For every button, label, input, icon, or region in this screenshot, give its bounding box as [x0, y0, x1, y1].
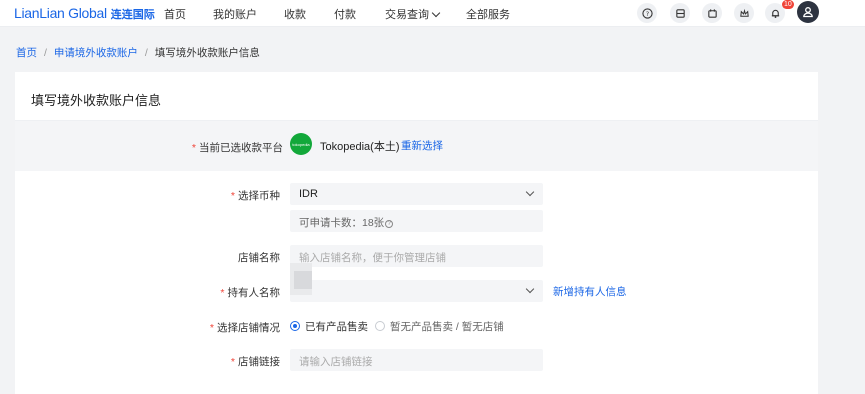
required-mark: *: [191, 142, 196, 154]
svg-text:?: ?: [645, 9, 648, 17]
user-avatar[interactable]: [797, 1, 819, 23]
form-card: 填写境外收款账户信息 * 当前已选收款平台 tokopedia Tokopedia…: [15, 72, 818, 394]
required-mark: *: [230, 190, 235, 202]
brand-logo[interactable]: LianLian Global 连连国际: [14, 5, 155, 22]
nav-item-pay[interactable]: 付款: [334, 6, 356, 22]
nav-item-transactions-label: 交易查询: [385, 9, 429, 21]
nav-item-all-services[interactable]: 全部服务: [466, 6, 510, 22]
platform-label-text: 当前已选收款平台: [199, 142, 283, 154]
currency-select[interactable]: IDR: [290, 183, 543, 205]
card-quota-text: 可申请卡数：18张?: [299, 215, 394, 230]
shop-status-label: * 选择店铺情况: [80, 320, 280, 335]
chevron-down-icon: [525, 187, 535, 197]
question-icon[interactable]: ?: [385, 220, 394, 228]
calendar-icon[interactable]: [702, 3, 722, 23]
chevron-down-icon: [525, 284, 535, 294]
holder-label: * 持有人名称: [80, 285, 280, 300]
add-holder-link[interactable]: 新增持有人信息: [553, 284, 627, 299]
chevron-down-icon: [431, 8, 441, 18]
logo-text-en: LianLian Global: [14, 5, 107, 21]
radio-has-products[interactable]: [290, 321, 300, 331]
tokopedia-logo: tokopedia: [290, 133, 312, 155]
radio-no-products-label[interactable]: 暂无产品售卖 / 暂无店铺: [390, 319, 504, 334]
holder-select[interactable]: [290, 280, 543, 302]
crown-icon[interactable]: [734, 3, 754, 23]
redacted-holder-name-inner: [294, 271, 312, 289]
currency-value: IDR: [299, 188, 318, 200]
nav-item-home[interactable]: 首页: [164, 6, 186, 22]
breadcrumb-current: 填写境外收款账户信息: [154, 47, 260, 59]
platform-name: Tokopedia(本土): [320, 141, 400, 153]
page-title: 填写境外收款账户信息: [31, 93, 162, 108]
nav-item-my-account[interactable]: 我的账户: [213, 6, 257, 22]
currency-label-text: 选择币种: [238, 190, 280, 202]
top-header: LianLian Global 连连国际 首页 我的账户 收款 付款 交易查询 …: [0, 0, 865, 27]
tokopedia-logo-text: tokopedia: [292, 141, 310, 147]
wallet-icon[interactable]: [670, 3, 690, 23]
card-quota-value: 可申请卡数：18张: [299, 217, 385, 229]
notification-badge: 10: [782, 0, 794, 9]
currency-label: * 选择币种: [80, 188, 280, 203]
breadcrumb-separator: /: [144, 47, 148, 59]
user-icon: [803, 7, 813, 18]
breadcrumb-apply-account[interactable]: 申请境外收款账户: [54, 47, 138, 59]
help-icon[interactable]: ?: [637, 3, 657, 23]
breadcrumb: 首页 / 申请境外收款账户 / 填写境外收款账户信息: [16, 45, 260, 60]
required-mark: *: [209, 322, 214, 334]
nav-item-transactions[interactable]: 交易查询: [385, 6, 441, 22]
platform-section: * 当前已选收款平台 tokopedia Tokopedia(本土) 重新选择: [15, 121, 818, 171]
radio-has-products-label[interactable]: 已有产品售卖: [305, 319, 368, 334]
shop-link-placeholder: 请输入店铺链接: [299, 356, 373, 368]
reselect-platform-link[interactable]: 重新选择: [401, 138, 443, 153]
shop-link-label-text: 店铺链接: [238, 356, 280, 368]
required-mark: *: [230, 356, 235, 368]
holder-label-text: 持有人名称: [227, 287, 281, 299]
card-quota-hint: 可申请卡数：18张?: [290, 210, 543, 232]
shop-name-label: 店铺名称: [238, 252, 280, 264]
radio-no-products[interactable]: [375, 321, 385, 331]
logo-text-cn: 连连国际: [110, 9, 155, 21]
shop-link-input[interactable]: 请输入店铺链接: [290, 349, 543, 371]
shop-status-label-text: 选择店铺情况: [217, 322, 280, 334]
platform-label: * 当前已选收款平台: [83, 140, 283, 155]
shop-link-label: * 店铺链接: [80, 354, 280, 369]
nav-item-receive[interactable]: 收款: [284, 6, 306, 22]
shop-name-input[interactable]: 输入店铺名称，便于你管理店铺: [290, 245, 543, 267]
shop-name-placeholder: 输入店铺名称，便于你管理店铺: [299, 252, 446, 264]
breadcrumb-home[interactable]: 首页: [16, 47, 37, 59]
required-mark: *: [220, 287, 225, 299]
breadcrumb-separator: /: [44, 47, 47, 59]
